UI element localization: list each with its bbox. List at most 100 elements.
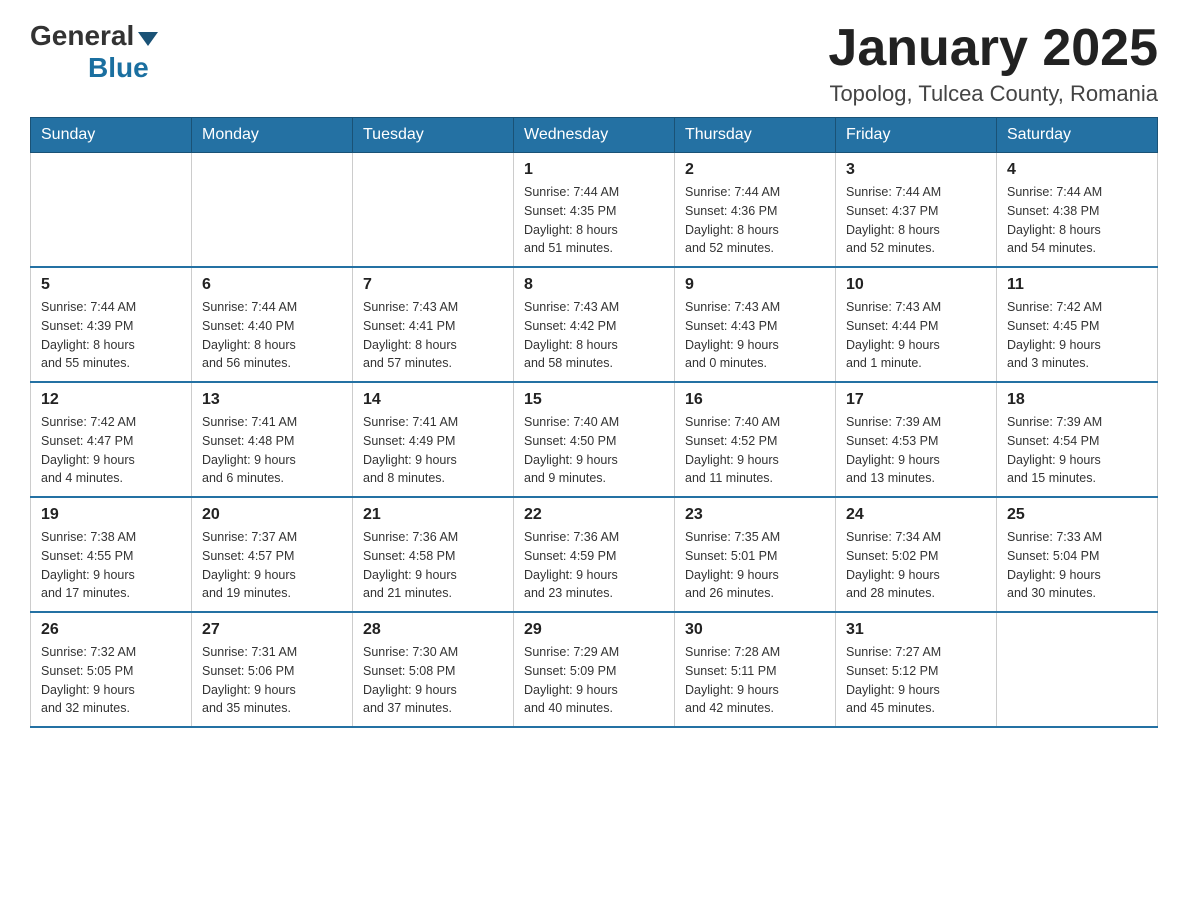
calendar-day-cell: 24Sunrise: 7:34 AM Sunset: 5:02 PM Dayli…	[836, 497, 997, 612]
day-of-week-header: Friday	[836, 118, 997, 153]
day-info: Sunrise: 7:44 AM Sunset: 4:40 PM Dayligh…	[202, 298, 342, 373]
calendar-day-cell: 30Sunrise: 7:28 AM Sunset: 5:11 PM Dayli…	[675, 612, 836, 727]
calendar-day-cell: 19 Sunrise: 7:38 AM Sunset: 4:55 PM Dayli…	[31, 497, 192, 612]
day-info: Sunrise: 7:40 AM Sunset: 4:50 PM Dayligh…	[524, 413, 664, 488]
day-number: 30	[685, 621, 825, 639]
calendar-day-cell: 7 Sunrise: 7:43 AM Sunset: 4:41 PM Daylig…	[353, 267, 514, 382]
day-info: Sunrise: 7:41 AM Sunset: 4:48 PM Dayligh…	[202, 413, 342, 488]
calendar-day-cell: 18Sunrise: 7:39 AM Sunset: 4:54 PM Dayli…	[997, 382, 1158, 497]
calendar-day-cell: 2Sunrise: 7:44 AM Sunset: 4:36 PM Daylig…	[675, 153, 836, 268]
calendar-week-row: 26 Sunrise: 7:32 AM Sunset: 5:05 PM Dayli…	[31, 612, 1158, 727]
calendar-day-cell: 14 Sunrise: 7:41 AM Sunset: 4:49 PM Dayli…	[353, 382, 514, 497]
calendar-day-cell: 26 Sunrise: 7:32 AM Sunset: 5:05 PM Dayli…	[31, 612, 192, 727]
day-number: 16	[685, 391, 825, 409]
day-info: Sunrise: 7:39 AM Sunset: 4:53 PM Dayligh…	[846, 413, 986, 488]
calendar-day-cell: 27 Sunrise: 7:31 AM Sunset: 5:06 PM Dayli…	[192, 612, 353, 727]
day-number: 9	[685, 276, 825, 294]
logo-arrow-icon	[138, 32, 158, 46]
day-info: Sunrise: 7:34 AM Sunset: 5:02 PM Dayligh…	[846, 528, 986, 603]
calendar-week-row: 19 Sunrise: 7:38 AM Sunset: 4:55 PM Dayli…	[31, 497, 1158, 612]
day-info: Sunrise: 7:43 AM Sunset: 4:44 PM Dayligh…	[846, 298, 986, 373]
calendar-day-cell: 17 Sunrise: 7:39 AM Sunset: 4:53 PM Dayli…	[836, 382, 997, 497]
day-number: 27	[202, 621, 342, 639]
calendar-day-cell: 16 Sunrise: 7:40 AM Sunset: 4:52 PM Dayli…	[675, 382, 836, 497]
calendar-day-cell: 29 Sunrise: 7:29 AM Sunset: 5:09 PM Dayli…	[514, 612, 675, 727]
day-number: 3	[846, 161, 986, 179]
calendar-day-cell: 31 Sunrise: 7:27 AM Sunset: 5:12 PM Dayli…	[836, 612, 997, 727]
calendar-table: SundayMondayTuesdayWednesdayThursdayFrid…	[30, 117, 1158, 728]
day-info: Sunrise: 7:41 AM Sunset: 4:49 PM Dayligh…	[363, 413, 503, 488]
title-block: January 2025 Topolog, Tulcea County, Rom…	[828, 20, 1158, 107]
day-info: Sunrise: 7:40 AM Sunset: 4:52 PM Dayligh…	[685, 413, 825, 488]
day-number: 12	[41, 391, 181, 409]
calendar-day-cell: 13 Sunrise: 7:41 AM Sunset: 4:48 PM Dayli…	[192, 382, 353, 497]
day-info: Sunrise: 7:29 AM Sunset: 5:09 PM Dayligh…	[524, 643, 664, 718]
calendar-day-cell: 11Sunrise: 7:42 AM Sunset: 4:45 PM Dayli…	[997, 267, 1158, 382]
day-number: 21	[363, 506, 503, 524]
day-info: Sunrise: 7:32 AM Sunset: 5:05 PM Dayligh…	[41, 643, 181, 718]
logo-general-text: General	[30, 20, 134, 52]
day-number: 10	[846, 276, 986, 294]
day-info: Sunrise: 7:44 AM Sunset: 4:37 PM Dayligh…	[846, 183, 986, 258]
day-info: Sunrise: 7:42 AM Sunset: 4:45 PM Dayligh…	[1007, 298, 1147, 373]
calendar-week-row: 1 Sunrise: 7:44 AM Sunset: 4:35 PM Daylig…	[31, 153, 1158, 268]
day-info: Sunrise: 7:44 AM Sunset: 4:38 PM Dayligh…	[1007, 183, 1147, 258]
day-number: 31	[846, 621, 986, 639]
logo: General Blue	[30, 20, 158, 84]
calendar-day-cell: 10 Sunrise: 7:43 AM Sunset: 4:44 PM Dayli…	[836, 267, 997, 382]
day-number: 20	[202, 506, 342, 524]
day-number: 22	[524, 506, 664, 524]
day-info: Sunrise: 7:43 AM Sunset: 4:41 PM Dayligh…	[363, 298, 503, 373]
day-info: Sunrise: 7:44 AM Sunset: 4:35 PM Dayligh…	[524, 183, 664, 258]
calendar-day-cell: 22Sunrise: 7:36 AM Sunset: 4:59 PM Dayli…	[514, 497, 675, 612]
days-of-week-row: SundayMondayTuesdayWednesdayThursdayFrid…	[31, 118, 1158, 153]
calendar-day-cell: 5Sunrise: 7:44 AM Sunset: 4:39 PM Daylig…	[31, 267, 192, 382]
day-info: Sunrise: 7:44 AM Sunset: 4:39 PM Dayligh…	[41, 298, 181, 373]
calendar-week-row: 5Sunrise: 7:44 AM Sunset: 4:39 PM Daylig…	[31, 267, 1158, 382]
day-info: Sunrise: 7:27 AM Sunset: 5:12 PM Dayligh…	[846, 643, 986, 718]
day-info: Sunrise: 7:30 AM Sunset: 5:08 PM Dayligh…	[363, 643, 503, 718]
day-info: Sunrise: 7:43 AM Sunset: 4:43 PM Dayligh…	[685, 298, 825, 373]
day-number: 26	[41, 621, 181, 639]
day-info: Sunrise: 7:42 AM Sunset: 4:47 PM Dayligh…	[41, 413, 181, 488]
day-info: Sunrise: 7:31 AM Sunset: 5:06 PM Dayligh…	[202, 643, 342, 718]
page-header: General Blue January 2025 Topolog, Tulce…	[30, 20, 1158, 107]
day-number: 17	[846, 391, 986, 409]
day-number: 19	[41, 506, 181, 524]
day-info: Sunrise: 7:39 AM Sunset: 4:54 PM Dayligh…	[1007, 413, 1147, 488]
day-number: 29	[524, 621, 664, 639]
day-number: 13	[202, 391, 342, 409]
day-of-week-header: Monday	[192, 118, 353, 153]
location-subtitle: Topolog, Tulcea County, Romania	[828, 81, 1158, 107]
day-number: 7	[363, 276, 503, 294]
day-of-week-header: Wednesday	[514, 118, 675, 153]
day-of-week-header: Sunday	[31, 118, 192, 153]
day-info: Sunrise: 7:35 AM Sunset: 5:01 PM Dayligh…	[685, 528, 825, 603]
calendar-body: 1 Sunrise: 7:44 AM Sunset: 4:35 PM Daylig…	[31, 153, 1158, 728]
calendar-day-cell: 6Sunrise: 7:44 AM Sunset: 4:40 PM Daylig…	[192, 267, 353, 382]
calendar-day-cell: 1 Sunrise: 7:44 AM Sunset: 4:35 PM Daylig…	[514, 153, 675, 268]
day-info: Sunrise: 7:43 AM Sunset: 4:42 PM Dayligh…	[524, 298, 664, 373]
day-info: Sunrise: 7:44 AM Sunset: 4:36 PM Dayligh…	[685, 183, 825, 258]
day-number: 14	[363, 391, 503, 409]
day-number: 15	[524, 391, 664, 409]
day-number: 28	[363, 621, 503, 639]
day-info: Sunrise: 7:38 AM Sunset: 4:55 PM Dayligh…	[41, 528, 181, 603]
calendar-day-cell: 20Sunrise: 7:37 AM Sunset: 4:57 PM Dayli…	[192, 497, 353, 612]
day-info: Sunrise: 7:33 AM Sunset: 5:04 PM Dayligh…	[1007, 528, 1147, 603]
calendar-day-cell: 4 Sunrise: 7:44 AM Sunset: 4:38 PM Daylig…	[997, 153, 1158, 268]
calendar-day-cell: 9 Sunrise: 7:43 AM Sunset: 4:43 PM Daylig…	[675, 267, 836, 382]
calendar-day-cell	[31, 153, 192, 268]
logo-blue-text: Blue	[88, 52, 149, 84]
day-of-week-header: Saturday	[997, 118, 1158, 153]
day-of-week-header: Tuesday	[353, 118, 514, 153]
calendar-day-cell: 25Sunrise: 7:33 AM Sunset: 5:04 PM Dayli…	[997, 497, 1158, 612]
calendar-day-cell: 12 Sunrise: 7:42 AM Sunset: 4:47 PM Dayli…	[31, 382, 192, 497]
calendar-day-cell: 28 Sunrise: 7:30 AM Sunset: 5:08 PM Dayli…	[353, 612, 514, 727]
day-number: 1	[524, 161, 664, 179]
month-title: January 2025	[828, 20, 1158, 77]
day-number: 23	[685, 506, 825, 524]
day-number: 4	[1007, 161, 1147, 179]
day-info: Sunrise: 7:36 AM Sunset: 4:58 PM Dayligh…	[363, 528, 503, 603]
calendar-day-cell: 21 Sunrise: 7:36 AM Sunset: 4:58 PM Dayli…	[353, 497, 514, 612]
